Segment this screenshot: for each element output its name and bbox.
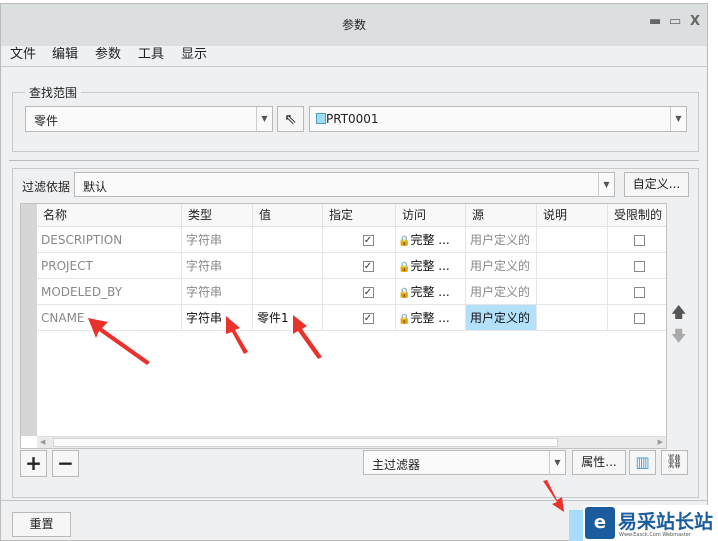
red-arrow — [543, 480, 564, 512]
red-arrow — [293, 315, 322, 359]
annotation-arrows — [88, 315, 564, 512]
red-arrow — [226, 316, 248, 354]
red-arrow — [88, 318, 150, 365]
